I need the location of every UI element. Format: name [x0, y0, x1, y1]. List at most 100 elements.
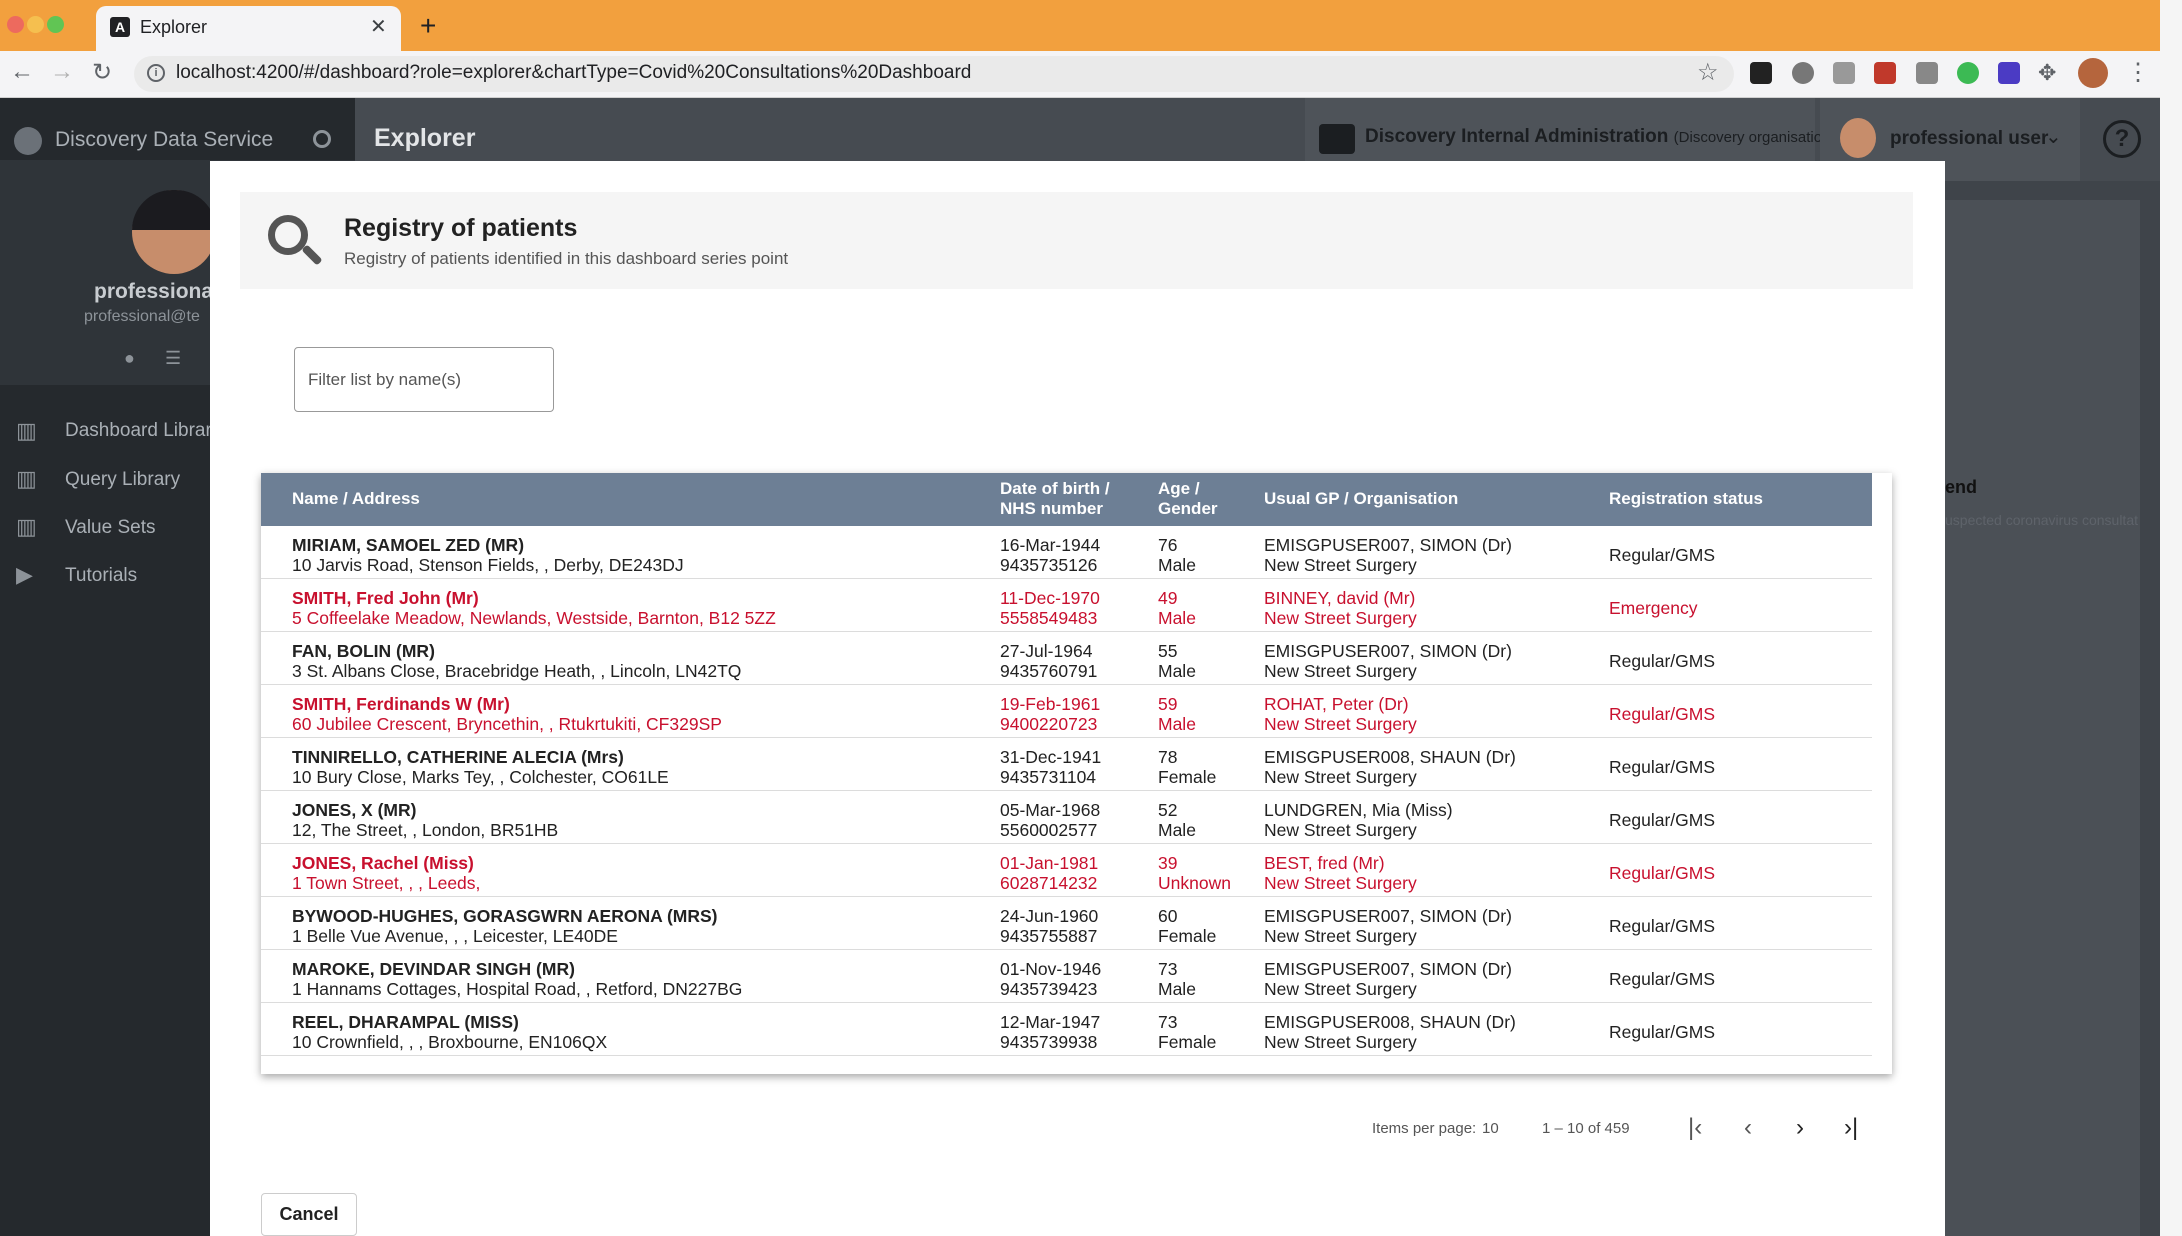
patient-address: 1 Town Street, , , Leeds, [292, 873, 481, 893]
header-gp[interactable]: Usual GP / Organisation [1264, 489, 1458, 509]
info-icon[interactable]: i [147, 64, 165, 82]
patient-gender: Male [1158, 608, 1196, 628]
dialog-title: Registry of patients [344, 214, 578, 242]
table-row[interactable]: MAROKE, DEVINDAR SINGH (MR) 1 Hannams Cot… [261, 950, 1872, 1003]
patient-nhs-number: 9435739938 [1000, 1032, 1098, 1052]
patient-name: TINNIRELLO, CATHERINE ALECIA (Mrs) [292, 747, 624, 767]
sidebar-item-query-library[interactable]: Query Library [65, 469, 180, 491]
patient-name: MAROKE, DEVINDAR SINGH (MR) [292, 959, 575, 979]
patient-name: BYWOOD-HUGHES, GORASGWRN AERONA (MRS) [292, 906, 718, 926]
patient-age: 78 [1158, 747, 1178, 767]
patient-gp: BEST, fred (Mr) [1264, 853, 1385, 873]
items-per-page-select[interactable]: 10 [1482, 1120, 1499, 1137]
patient-gp: EMISGPUSER007, SIMON (Dr) [1264, 641, 1512, 661]
cancel-button[interactable]: Cancel [261, 1193, 357, 1236]
patient-nhs-number: 9435731104 [1000, 767, 1097, 787]
bookmark-star-icon[interactable]: ☆ [1697, 58, 1719, 87]
patient-dob: 27-Jul-1964 [1000, 641, 1093, 661]
table-row[interactable]: FAN, BOLIN (MR) 3 St. Albans Close, Brace… [261, 632, 1872, 685]
video-camera-icon: ▶ [16, 562, 33, 587]
extensions-puzzle-icon[interactable]: ✥ [2038, 60, 2056, 86]
table-row[interactable]: SMITH, Fred John (Mr) 5 Coffeelake Meadow… [261, 579, 1872, 632]
table-row[interactable]: SMITH, Ferdinands W (Mr) 60 Jubilee Cresc… [261, 685, 1872, 738]
header-dob[interactable]: Date of birth / [1000, 479, 1110, 499]
patient-gender: Male [1158, 714, 1196, 734]
patient-organisation: New Street Surgery [1264, 979, 1417, 999]
sidebar-item-tutorials[interactable]: Tutorials [65, 565, 137, 587]
extension-b-icon[interactable] [1998, 62, 2020, 84]
window-minimize-dot[interactable] [27, 16, 44, 33]
table-row[interactable]: JONES, Rachel (Miss) 1 Town Street, , , L… [261, 844, 1872, 897]
extension-circle-icon[interactable] [1792, 62, 1814, 84]
window-zoom-dot[interactable] [47, 16, 64, 33]
patient-gender: Male [1158, 555, 1196, 575]
patient-age: 73 [1158, 959, 1178, 979]
table-row[interactable]: TINNIRELLO, CATHERINE ALECIA (Mrs) 10 Bur… [261, 738, 1872, 791]
window-close-dot[interactable] [7, 16, 24, 33]
help-icon[interactable]: ? [2103, 120, 2141, 158]
dialog-subtitle: Registry of patients identified in this … [344, 249, 789, 268]
tab-title: Explorer [140, 17, 208, 37]
user-icon[interactable]: ● [124, 348, 135, 369]
patient-gender: Male [1158, 661, 1196, 681]
patient-nhs-number: 5558549483 [1000, 608, 1098, 628]
sidebar-item-dashboard-library[interactable]: Dashboard Library [65, 420, 221, 442]
header-status[interactable]: Registration status [1609, 489, 1763, 509]
tab-close-icon[interactable]: ✕ [370, 14, 387, 39]
patient-gp: LUNDGREN, Mia (Miss) [1264, 800, 1453, 820]
chevron-down-icon[interactable]: ⌄ [2045, 124, 2062, 149]
patient-name: REEL, DHARAMPAL (MISS) [292, 1012, 519, 1032]
first-page-icon[interactable]: |‹ [1688, 1114, 1702, 1142]
header-gender[interactable]: Gender [1158, 499, 1218, 519]
header-nhs[interactable]: NHS number [1000, 499, 1103, 519]
patient-dob: 19-Feb-1961 [1000, 694, 1101, 714]
patient-organisation: New Street Surgery [1264, 820, 1417, 840]
registration-status: Regular/GMS [1609, 969, 1716, 989]
brand-logo-icon [14, 127, 42, 155]
new-tab-icon[interactable]: + [420, 10, 436, 42]
reload-icon[interactable]: ↻ [92, 58, 112, 87]
forward-icon[interactable]: → [50, 58, 74, 86]
header-name-address[interactable]: Name / Address [292, 489, 420, 509]
last-page-icon[interactable]: ›| [1844, 1114, 1858, 1142]
extension-cloud-icon[interactable] [1833, 62, 1855, 84]
extension-grammarly-icon[interactable] [1957, 62, 1979, 84]
next-page-icon[interactable]: › [1796, 1114, 1804, 1142]
url-text[interactable]: localhost:4200/#/dashboard?role=explorer… [176, 62, 971, 84]
brand-name: Discovery Data Service [55, 128, 274, 151]
patient-name: MIRIAM, SAMOEL ZED (MR) [292, 535, 525, 555]
sidebar-item-value-sets[interactable]: Value Sets [65, 517, 155, 539]
browser-profile-avatar[interactable] [2078, 58, 2108, 88]
page-range: 1 – 10 of 459 [1542, 1120, 1630, 1137]
table-row[interactable]: REEL, DHARAMPAL (MISS) 10 Crownfield, , ,… [261, 1003, 1872, 1056]
patient-gp: EMISGPUSER007, SIMON (Dr) [1264, 535, 1512, 555]
patient-address: 1 Belle Vue Avenue, , , Leicester, LE40D… [292, 926, 618, 946]
registration-status: Regular/GMS [1609, 916, 1716, 936]
patient-address: 12, The Street, , London, BR51HB [292, 820, 559, 840]
table-row[interactable]: JONES, X (MR) 12, The Street, , London, B… [261, 791, 1872, 844]
patient-age: 39 [1158, 853, 1178, 873]
settings-toggle-icon[interactable] [313, 130, 331, 148]
patient-organisation: New Street Surgery [1264, 555, 1417, 575]
sliders-icon[interactable]: ☰ [165, 348, 181, 369]
bar-chart-icon: ▥ [16, 466, 37, 491]
patient-address: 10 Bury Close, Marks Tey, , Colchester, … [292, 767, 669, 787]
patient-gp: EMISGPUSER007, SIMON (Dr) [1264, 906, 1512, 926]
registration-status: Regular/GMS [1609, 1022, 1716, 1042]
filter-input[interactable] [294, 347, 554, 412]
briefcase-icon [1319, 124, 1355, 154]
extension-jb-icon[interactable] [1750, 62, 1772, 84]
extension-save-icon[interactable] [1874, 62, 1896, 84]
patient-organisation: New Street Surgery [1264, 926, 1417, 946]
back-icon[interactable]: ← [10, 58, 34, 86]
header-age[interactable]: Age / [1158, 479, 1200, 499]
previous-page-icon[interactable]: ‹ [1744, 1114, 1752, 1142]
table-row[interactable]: MIRIAM, SAMOEL ZED (MR) 10 Jarvis Road, S… [261, 526, 1872, 579]
patient-address: 5 Coffeelake Meadow, Newlands, Westside,… [292, 608, 776, 628]
patient-dob: 05-Mar-1968 [1000, 800, 1101, 820]
table-row[interactable]: BYWOOD-HUGHES, GORASGWRN AERONA (MRS) 1 B… [261, 897, 1872, 950]
patient-gp: BINNEY, david (Mr) [1264, 588, 1416, 608]
patient-gp: EMISGPUSER008, SHAUN (Dr) [1264, 747, 1516, 767]
extension-g-icon[interactable] [1916, 62, 1938, 84]
browser-menu-icon[interactable]: ⋮ [2126, 58, 2150, 87]
